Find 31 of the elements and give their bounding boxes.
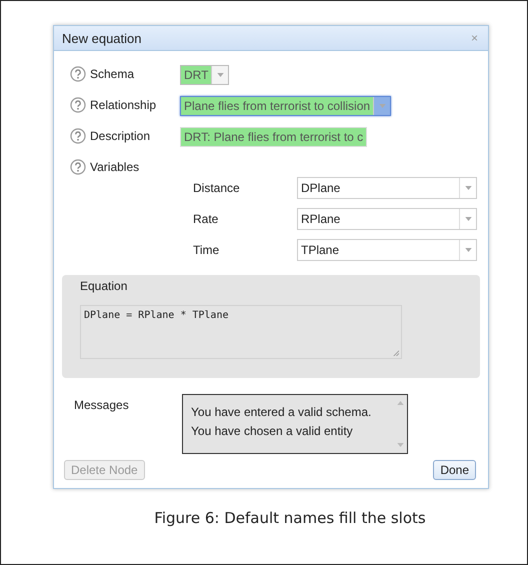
dropdown[interactable]: Plane flies from terrorist to collision [180, 96, 392, 116]
variable-dropdown[interactable]: TPlane [297, 238, 477, 260]
dropdown[interactable]: DRT [180, 65, 230, 85]
field-label: Relationship [90, 98, 156, 112]
field-label: Description [90, 129, 150, 143]
help-icon[interactable] [70, 128, 86, 144]
variable-dropdown[interactable]: RPlane [297, 208, 477, 230]
field-label: Schema [90, 67, 134, 81]
messages-label: Messages [73, 397, 130, 414]
variable-label: Distance [193, 180, 241, 194]
caret-icon [464, 248, 472, 252]
text-field[interactable]: DRT: Plane flies from terrorist to c [180, 127, 368, 147]
help-icon[interactable] [70, 66, 86, 82]
caret-icon [378, 104, 386, 108]
equation-text-area[interactable]: DPlane = RPlane * TPlane [80, 305, 402, 359]
resize-grip-icon[interactable] [392, 349, 399, 356]
equation-label: Equation [80, 279, 128, 293]
caret-icon [464, 186, 472, 190]
variable-label: Rate [193, 212, 220, 226]
message-text: You have entered a valid schema. [191, 404, 372, 421]
field-label: Variables [90, 160, 140, 174]
help-icon[interactable] [70, 97, 86, 113]
variable-label: Time [193, 242, 220, 256]
dialog-title: New equation [62, 30, 142, 46]
caret-icon [464, 216, 472, 220]
caret-icon [216, 73, 224, 77]
variable-dropdown[interactable]: DPlane [297, 176, 477, 198]
help-icon[interactable] [70, 159, 86, 175]
done-button[interactable]: Done [433, 460, 476, 480]
message-text: You have chosen a valid entity [191, 423, 354, 440]
figure-caption: Figure 6: Default names fill the slots [153, 509, 427, 527]
